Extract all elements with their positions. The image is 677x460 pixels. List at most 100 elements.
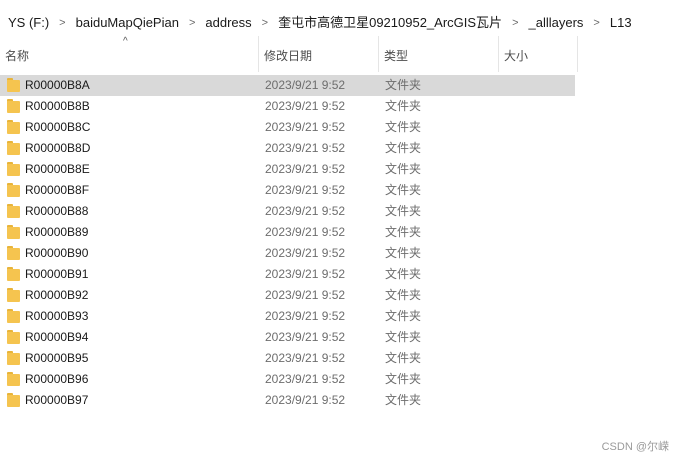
file-type: 文件夹	[385, 330, 422, 344]
file-row[interactable]: R00000B92 2023/9/21 9:52 文件夹	[0, 285, 575, 306]
column-header: ^ 名称 修改日期 类型 大小	[0, 36, 677, 76]
folder-icon	[7, 309, 20, 323]
file-type: 文件夹	[385, 309, 422, 323]
file-type: 文件夹	[385, 183, 422, 197]
file-row[interactable]: R00000B8E 2023/9/21 9:52 文件夹	[0, 159, 575, 180]
chevron-right-icon[interactable]: >	[508, 12, 522, 34]
file-row[interactable]: R00000B93 2023/9/21 9:52 文件夹	[0, 306, 575, 327]
file-date: 2023/9/21 9:52	[265, 183, 346, 197]
column-header-date[interactable]: 修改日期	[259, 36, 379, 72]
file-type: 文件夹	[385, 351, 422, 365]
folder-icon	[7, 330, 20, 344]
file-type: 文件夹	[385, 288, 422, 302]
file-type: 文件夹	[385, 246, 422, 260]
breadcrumb-item[interactable]: 奎屯市高德卫星09210952_ArcGIS瓦片	[272, 12, 508, 34]
file-name: R00000B96	[25, 372, 89, 386]
folder-icon	[7, 99, 20, 113]
file-row[interactable]: R00000B94 2023/9/21 9:52 文件夹	[0, 327, 575, 348]
file-type: 文件夹	[385, 141, 422, 155]
file-date: 2023/9/21 9:52	[265, 351, 346, 365]
folder-icon	[7, 120, 20, 134]
breadcrumb-item[interactable]: YS (F:)	[0, 12, 55, 34]
column-header-type[interactable]: 类型	[379, 36, 497, 72]
file-row[interactable]: R00000B91 2023/9/21 9:52 文件夹	[0, 264, 575, 285]
breadcrumb: YS (F:) > baiduMapQiePian > address > 奎屯市高德卫星0…	[0, 12, 677, 34]
folder-icon	[7, 183, 20, 197]
file-date: 2023/9/21 9:52	[265, 225, 346, 239]
file-explorer: YS (F:) > baiduMapQiePian > address > 奎屯市高德卫星0…	[0, 0, 677, 460]
folder-icon	[7, 351, 20, 365]
file-name: R00000B8B	[25, 99, 90, 113]
file-date: 2023/9/21 9:52	[265, 78, 346, 92]
folder-icon	[7, 267, 20, 281]
folder-icon	[7, 225, 20, 239]
file-name: R00000B8C	[25, 120, 91, 134]
file-row[interactable]: R00000B8A 2023/9/21 9:52 文件夹	[0, 75, 575, 96]
file-type: 文件夹	[385, 393, 422, 407]
breadcrumb-item[interactable]: address	[199, 12, 257, 34]
file-type: 文件夹	[385, 120, 422, 134]
file-type: 文件夹	[385, 372, 422, 386]
file-date: 2023/9/21 9:52	[265, 99, 346, 113]
file-name: R00000B88	[25, 204, 89, 218]
folder-icon	[7, 141, 20, 155]
chevron-right-icon[interactable]: >	[589, 12, 603, 34]
file-type: 文件夹	[385, 204, 422, 218]
file-date: 2023/9/21 9:52	[265, 330, 346, 344]
folder-icon	[7, 393, 20, 407]
file-name: R00000B91	[25, 267, 89, 281]
chevron-right-icon[interactable]: >	[185, 12, 199, 34]
folder-icon	[7, 162, 20, 176]
file-name: R00000B97	[25, 393, 89, 407]
folder-icon	[7, 78, 20, 92]
file-date: 2023/9/21 9:52	[265, 393, 346, 407]
file-name: R00000B8E	[25, 162, 90, 176]
file-date: 2023/9/21 9:52	[265, 162, 346, 176]
file-row[interactable]: R00000B8C 2023/9/21 9:52 文件夹	[0, 117, 575, 138]
watermark: CSDN @尔嵘	[601, 441, 669, 453]
file-row[interactable]: R00000B95 2023/9/21 9:52 文件夹	[0, 348, 575, 369]
file-date: 2023/9/21 9:52	[265, 204, 346, 218]
folder-icon	[7, 204, 20, 218]
file-row[interactable]: R00000B8B 2023/9/21 9:52 文件夹	[0, 96, 575, 117]
file-type: 文件夹	[385, 99, 422, 113]
breadcrumb-item[interactable]: L13	[604, 12, 638, 34]
file-date: 2023/9/21 9:52	[265, 120, 346, 134]
file-row[interactable]: R00000B8D 2023/9/21 9:52 文件夹	[0, 138, 575, 159]
file-name: R00000B92	[25, 288, 89, 302]
folder-icon	[7, 246, 20, 260]
column-header-size[interactable]: 大小	[499, 36, 578, 72]
folder-icon	[7, 372, 20, 386]
file-date: 2023/9/21 9:52	[265, 246, 346, 260]
file-row[interactable]: R00000B88 2023/9/21 9:52 文件夹	[0, 201, 575, 222]
file-date: 2023/9/21 9:52	[265, 267, 346, 281]
file-name: R00000B94	[25, 330, 89, 344]
file-date: 2023/9/21 9:52	[265, 141, 346, 155]
file-row[interactable]: R00000B90 2023/9/21 9:52 文件夹	[0, 243, 575, 264]
file-type: 文件夹	[385, 267, 422, 281]
file-date: 2023/9/21 9:52	[265, 372, 346, 386]
breadcrumb-item[interactable]: baiduMapQiePian	[70, 12, 185, 34]
file-row[interactable]: R00000B89 2023/9/21 9:52 文件夹	[0, 222, 575, 243]
column-divider[interactable]	[577, 36, 578, 72]
file-list: R00000B8A 2023/9/21 9:52 文件夹 R00000B8B 2023/…	[0, 75, 677, 411]
column-header-name[interactable]: 名称	[0, 36, 258, 72]
file-name: R00000B90	[25, 246, 89, 260]
file-name: R00000B8F	[25, 183, 90, 197]
chevron-right-icon[interactable]: >	[55, 12, 69, 34]
file-row[interactable]: R00000B8F 2023/9/21 9:52 文件夹	[0, 180, 575, 201]
file-name: R00000B95	[25, 351, 89, 365]
file-type: 文件夹	[385, 78, 422, 92]
file-date: 2023/9/21 9:52	[265, 288, 346, 302]
chevron-right-icon[interactable]: >	[258, 12, 272, 34]
file-name: R00000B8D	[25, 141, 91, 155]
file-date: 2023/9/21 9:52	[265, 309, 346, 323]
file-name: R00000B89	[25, 225, 89, 239]
file-row[interactable]: R00000B97 2023/9/21 9:52 文件夹	[0, 390, 575, 411]
breadcrumb-item[interactable]: _alllayers	[523, 12, 590, 34]
file-row[interactable]: R00000B96 2023/9/21 9:52 文件夹	[0, 369, 575, 390]
file-name: R00000B8A	[25, 78, 90, 92]
folder-icon	[7, 288, 20, 302]
file-type: 文件夹	[385, 162, 422, 176]
file-name: R00000B93	[25, 309, 89, 323]
